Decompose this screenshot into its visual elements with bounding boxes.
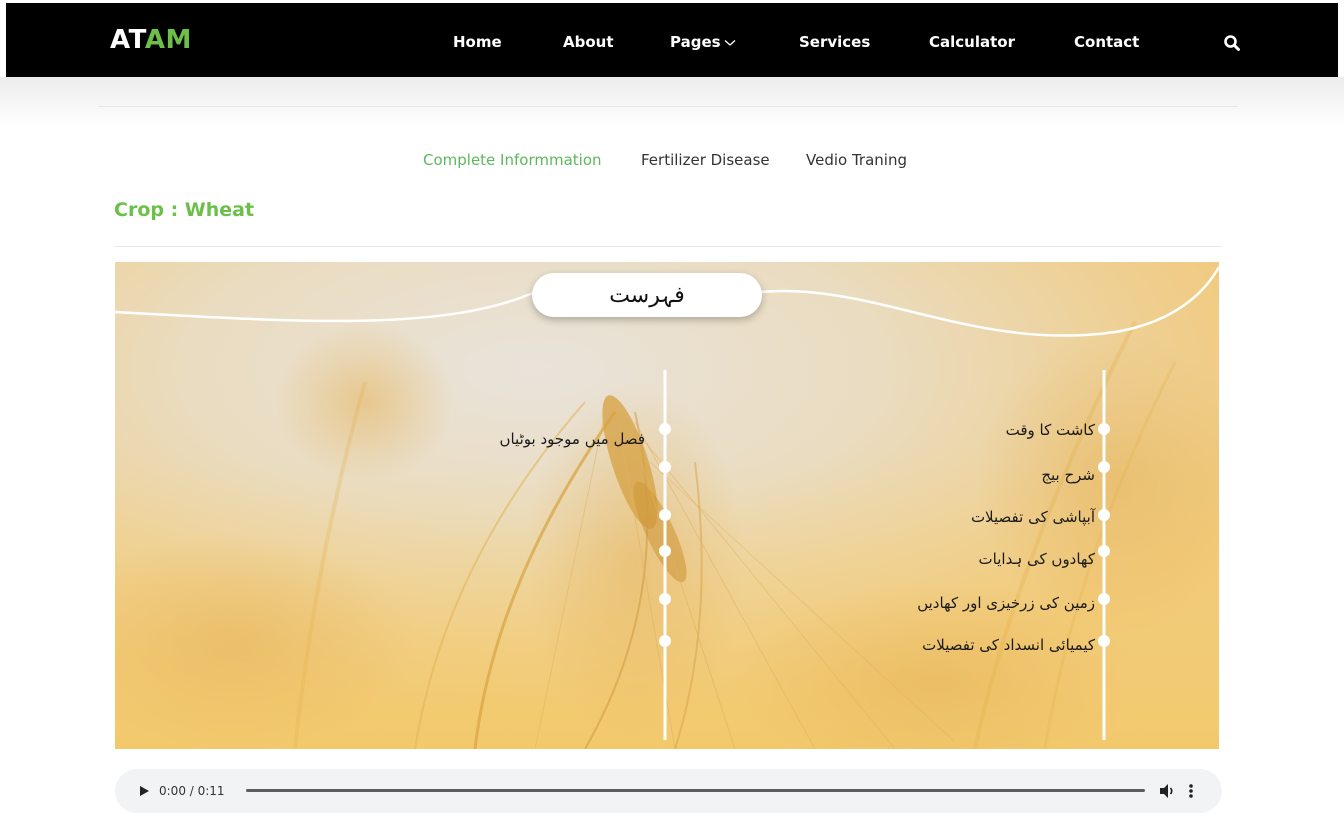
hero-banner: فہرست فصل میں موجود بوٹیاں کاشت کا وقت ش… bbox=[115, 262, 1219, 749]
nav-calculator[interactable]: Calculator bbox=[929, 32, 1015, 52]
tab-video-training[interactable]: Vedio Traning bbox=[806, 150, 907, 170]
nav-services[interactable]: Services bbox=[799, 32, 870, 52]
logo-part1: AT bbox=[110, 25, 145, 55]
toc-item-soil-fertility[interactable]: زمین کی زرخیزی اور کھادیں bbox=[835, 593, 1095, 613]
toc-item-fertilizer-guidance[interactable]: کھادوں کی ہدایات bbox=[835, 549, 1095, 569]
tab-fertilizer-disease[interactable]: Fertilizer Disease bbox=[641, 150, 770, 170]
nav-contact[interactable]: Contact bbox=[1074, 32, 1139, 52]
more-vertical-icon[interactable] bbox=[1187, 782, 1195, 800]
audio-player: 0:00 / 0:11 bbox=[115, 769, 1222, 813]
nav-pages-label: Pages bbox=[670, 33, 721, 51]
toc-left-item-weeds[interactable]: فصل میں موجود بوٹیاں bbox=[445, 429, 645, 449]
subheader-band bbox=[0, 77, 1344, 127]
toc-heading-pill: فہرست bbox=[532, 273, 762, 317]
audio-time: 0:00 / 0:11 bbox=[159, 784, 225, 798]
nav-about[interactable]: About bbox=[563, 32, 614, 52]
toc-item-irrigation[interactable]: آبپاشی کی تفصیلات bbox=[835, 507, 1095, 527]
subheader-divider bbox=[98, 106, 1238, 107]
crop-title: Crop : Wheat bbox=[114, 199, 255, 221]
chevron-down-icon bbox=[724, 39, 735, 46]
toc-item-seed-rate[interactable]: شرح بیج bbox=[835, 465, 1095, 485]
toc-item-chemical-control[interactable]: کیمیائی انسداد کی تفصیلات bbox=[835, 635, 1095, 655]
right-line-markers bbox=[1098, 423, 1110, 647]
tab-complete-information[interactable]: Complete Informmation bbox=[423, 150, 602, 170]
logo[interactable]: ATAM bbox=[110, 25, 192, 55]
play-icon[interactable] bbox=[137, 784, 151, 798]
nav-home[interactable]: Home bbox=[453, 32, 502, 52]
nav-pages[interactable]: Pages bbox=[670, 32, 736, 52]
search-icon[interactable] bbox=[1223, 34, 1241, 52]
volume-icon[interactable] bbox=[1158, 781, 1176, 801]
middle-line-markers bbox=[659, 423, 671, 647]
crop-divider bbox=[114, 246, 1222, 247]
navbar: ATAM Home About Pages Services Calculato… bbox=[6, 3, 1338, 77]
toc-item-sowing-time[interactable]: کاشت کا وقت bbox=[835, 420, 1095, 440]
audio-progress-bar[interactable] bbox=[246, 789, 1145, 792]
logo-part2: AM bbox=[144, 25, 192, 55]
